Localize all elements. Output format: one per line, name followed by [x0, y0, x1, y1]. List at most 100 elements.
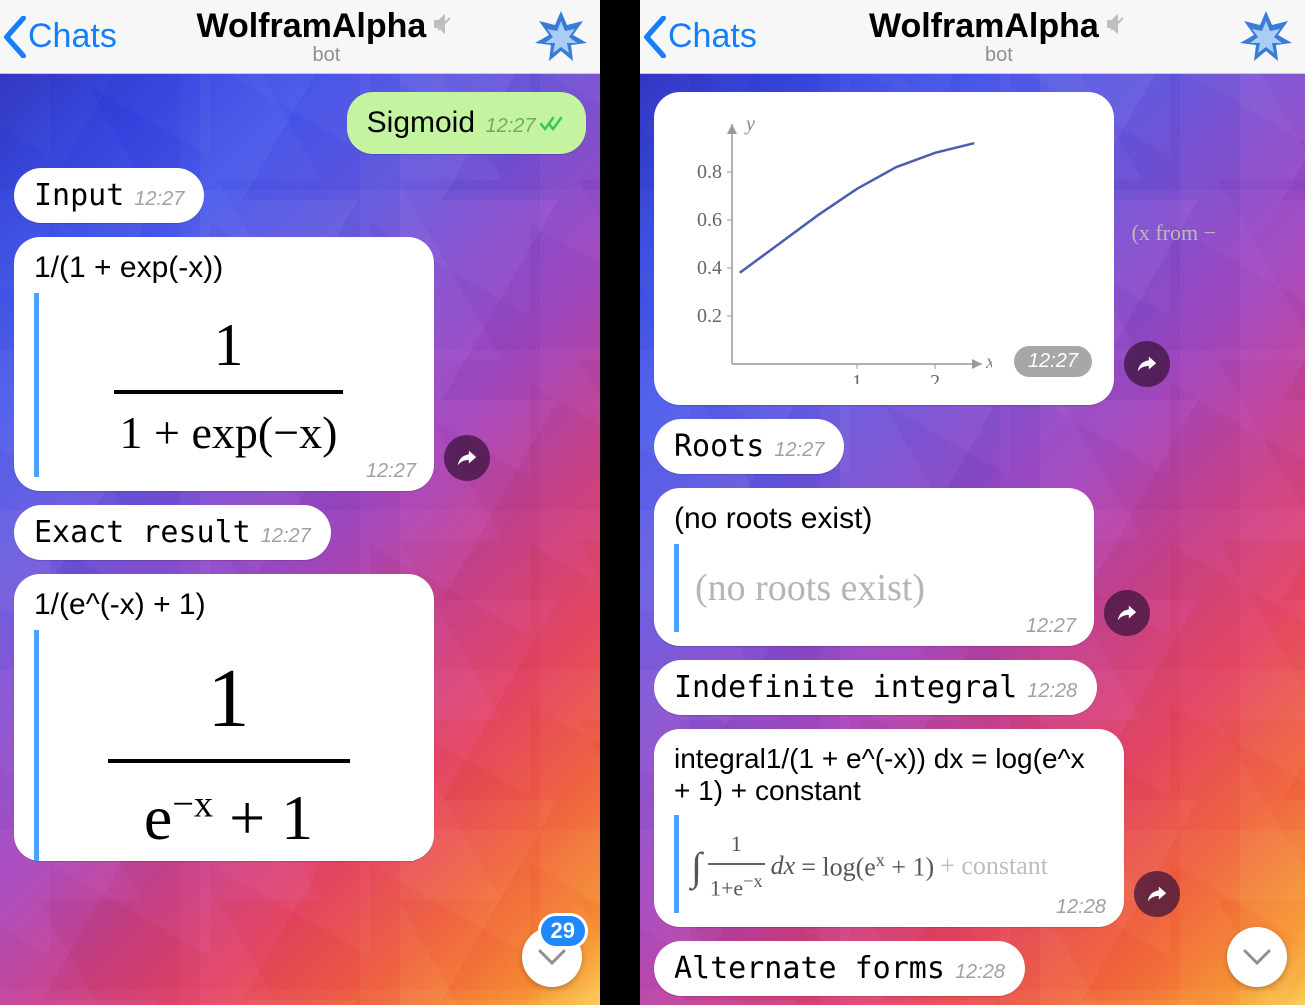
message-timestamp: 12:27 [366, 460, 416, 483]
equation-image: 1 1 + exp(−x) [34, 293, 414, 477]
message-timestamp: 12:28 [955, 961, 1005, 984]
message-row: integral1/(1 + e^(-x)) dx = log(e^x + 1)… [654, 729, 1291, 927]
chat-title-area[interactable]: WolframAlpha bot [123, 7, 530, 67]
back-label: Chats [668, 17, 757, 56]
share-button[interactable] [1124, 341, 1170, 387]
message-timestamp: 12:27 [1026, 615, 1076, 638]
message-row: Roots 12:27 [654, 419, 1291, 474]
chevron-down-icon [1242, 947, 1272, 967]
wolfram-icon [1236, 7, 1296, 67]
graph-annotation: (x from − [1132, 220, 1217, 246]
sigmoid-plot: 0.2 0.4 0.6 0.8 1 2 x y [672, 104, 992, 384]
read-checks-icon [540, 119, 566, 136]
message-row: Exact result 12:27 [14, 505, 586, 560]
message-row: 1/(e^(-x) + 1) 1 e−x + 1 [14, 574, 586, 861]
message-text: 1/(e^(-x) + 1) [34, 588, 414, 622]
integral-image-text: ∫ 1 1+e−x dx = log(ex + 1) + constant [691, 825, 1098, 907]
chat-title: WolframAlpha [196, 7, 426, 46]
screen-separator [600, 0, 640, 1005]
equation-image: (no roots exist) [674, 544, 1074, 632]
message-row-outgoing: Sigmoid 12:27 [14, 92, 586, 154]
fraction-numerator: 1 [114, 307, 344, 384]
share-icon [1136, 353, 1158, 375]
header-label: Indefinite integral [674, 670, 1017, 705]
message-timestamp: 12:27 [134, 188, 184, 211]
back-button[interactable]: Chats [640, 16, 763, 58]
svg-text:0.2: 0.2 [697, 305, 722, 327]
screen-right: Chats WolframAlpha bot 0.2 0.4 0.6 0.8 1 2 x y [640, 0, 1305, 1005]
message-row: Alternate forms 12:28 [654, 941, 1291, 996]
unread-badge: 29 [538, 913, 588, 949]
message-timestamp: 12:27 [485, 115, 535, 137]
fraction-denominator: 1 + exp(−x) [114, 400, 344, 463]
svg-text:x: x [985, 351, 992, 373]
roots-image-text: (no roots exist) [693, 558, 1064, 618]
wolfram-icon [531, 7, 591, 67]
muted-icon [1105, 12, 1129, 41]
avatar[interactable] [1235, 6, 1297, 68]
chat-title: WolframAlpha [869, 7, 1099, 46]
section-header-integral[interactable]: Indefinite integral 12:28 [654, 660, 1097, 715]
share-button[interactable] [1104, 590, 1150, 636]
fraction-numerator: 1 [108, 644, 350, 753]
equation-image: 1 e−x + 1 [34, 630, 414, 861]
message-graph[interactable]: 0.20.40.60.812xy (x from − 12:27 [654, 92, 1114, 405]
message-text: 1/(1 + exp(-x)) [34, 251, 414, 285]
screen-left: Chats WolframAlpha bot Sigmoid [0, 0, 600, 1005]
message-exact-eq[interactable]: 1/(e^(-x) + 1) 1 e−x + 1 [14, 574, 434, 861]
message-integral[interactable]: integral1/(1 + e^(-x)) dx = log(e^x + 1)… [654, 729, 1124, 927]
chat-header: Chats WolframAlpha bot [0, 0, 600, 74]
svg-text:2: 2 [930, 371, 940, 384]
message-row: Input 12:27 [14, 168, 586, 223]
header-label: Roots [674, 429, 764, 464]
message-text: Sigmoid [367, 106, 475, 139]
chat-header: Chats WolframAlpha bot [640, 0, 1305, 74]
message-row: (no roots exist) (no roots exist) 12:27 [654, 488, 1291, 646]
fraction-denominator: e−x + 1 [108, 769, 350, 861]
message-timestamp: 12:27 [261, 525, 311, 548]
chevron-down-icon [537, 947, 567, 967]
message-row: Indefinite integral 12:28 [654, 660, 1291, 715]
message-row: 1/(1 + exp(-x)) 1 1 + exp(−x) 12:27 [14, 237, 586, 491]
svg-text:0.4: 0.4 [697, 257, 722, 279]
message-roots[interactable]: (no roots exist) (no roots exist) 12:27 [654, 488, 1094, 646]
message-text: integral1/(1 + e^(-x)) dx = log(e^x + 1)… [674, 743, 1104, 807]
share-button[interactable] [1134, 871, 1180, 917]
chat-subtitle: bot [763, 44, 1235, 67]
chevron-left-icon [2, 16, 28, 58]
back-button[interactable]: Chats [0, 16, 123, 58]
share-icon [1116, 602, 1138, 624]
share-icon [1146, 883, 1168, 905]
share-button[interactable] [444, 435, 490, 481]
avatar[interactable] [530, 6, 592, 68]
message-timestamp: 12:27 [1014, 346, 1092, 377]
header-label: Exact result [34, 515, 251, 550]
chevron-left-icon [642, 16, 668, 58]
message-row: 0.2 0.4 0.6 0.8 1 2 x y (x from − 12:27 [654, 92, 1291, 405]
section-header-roots[interactable]: Roots 12:27 [654, 419, 844, 474]
message-timestamp: 12:28 [1027, 680, 1077, 703]
section-header-exact[interactable]: Exact result 12:27 [14, 505, 331, 560]
chat-title-area[interactable]: WolframAlpha bot [763, 7, 1235, 67]
chat-area-left[interactable]: Sigmoid 12:27 Input 12:27 1/(1 + exp(-x)… [0, 74, 600, 861]
scroll-to-bottom-button[interactable] [1227, 927, 1287, 987]
chat-subtitle: bot [123, 44, 530, 67]
chat-area-right[interactable]: 0.2 0.4 0.6 0.8 1 2 x y (x from − 12:27 Roots 1… [640, 74, 1305, 996]
svg-text:1: 1 [852, 371, 862, 384]
message-text: (no roots exist) [674, 502, 1074, 536]
equation-image: ∫ 1 1+e−x dx = log(ex + 1) + constant [674, 815, 1104, 913]
svg-text:y: y [744, 113, 755, 135]
header-label: Input [34, 178, 124, 213]
share-icon [456, 447, 478, 469]
svg-text:0.6: 0.6 [697, 209, 722, 231]
scroll-to-bottom-button[interactable]: 29 [522, 927, 582, 987]
svg-text:0.8: 0.8 [697, 161, 722, 183]
message-timestamp: 12:27 [774, 439, 824, 462]
message-timestamp: 12:28 [1056, 896, 1106, 919]
message-input-eq[interactable]: 1/(1 + exp(-x)) 1 1 + exp(−x) 12:27 [14, 237, 434, 491]
muted-icon [432, 12, 456, 41]
outgoing-message[interactable]: Sigmoid 12:27 [347, 92, 586, 154]
section-header-input[interactable]: Input 12:27 [14, 168, 204, 223]
header-label: Alternate forms [674, 951, 945, 986]
section-header-alternate[interactable]: Alternate forms 12:28 [654, 941, 1025, 996]
